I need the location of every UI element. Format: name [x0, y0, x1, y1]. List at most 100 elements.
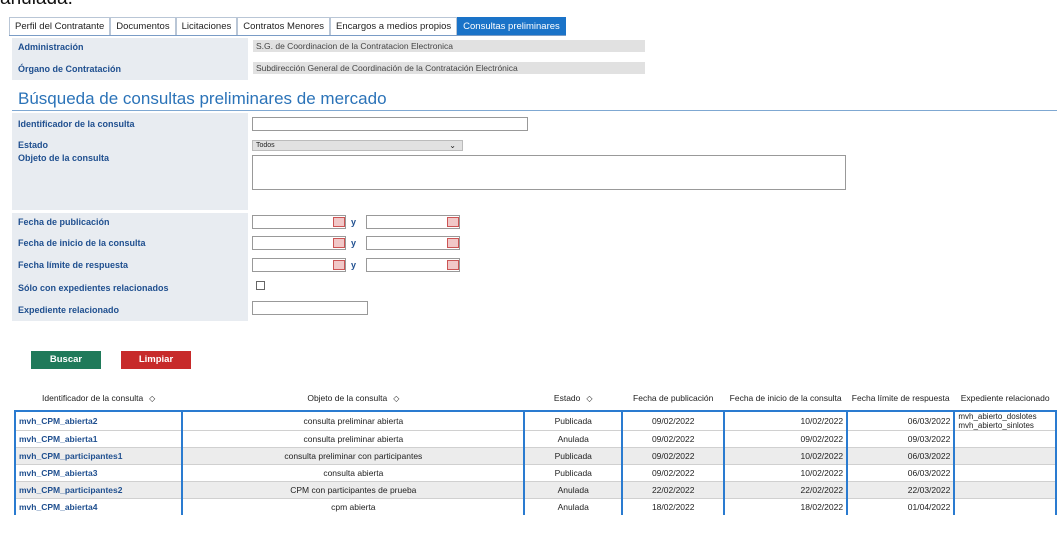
- col-header-objeto[interactable]: Objeto de la consulta ◇: [182, 385, 524, 411]
- row-pub: 09/02/2022: [621, 430, 726, 448]
- row-id-link[interactable]: mvh_CPM_abierta1: [13, 430, 184, 448]
- fecha-ini-to-input[interactable]: [366, 236, 460, 250]
- row-pub: 09/02/2022: [621, 447, 726, 465]
- fecha-ini-from-input[interactable]: [252, 236, 346, 250]
- fecha-pub-from-input[interactable]: [252, 215, 346, 229]
- row-estado: Publicada: [523, 464, 624, 482]
- row-id-link[interactable]: mvh_CPM_participantes2: [13, 481, 184, 499]
- col-header-estado[interactable]: Estado ◇: [524, 385, 622, 411]
- col-header-pub[interactable]: Fecha de publicación: [622, 385, 724, 411]
- row-objeto: consulta preliminar abierta: [181, 410, 526, 431]
- solo-checkbox[interactable]: [256, 281, 265, 290]
- row-ini: 10/02/2022: [723, 464, 849, 482]
- row-lim: 22/03/2022: [846, 481, 956, 499]
- row-estado: Publicada: [523, 447, 624, 465]
- limpiar-button[interactable]: Limpiar: [121, 351, 191, 369]
- row-exp: [953, 430, 1057, 448]
- sort-icon[interactable]: ◇: [393, 394, 399, 403]
- row-pub: 09/02/2022: [621, 464, 726, 482]
- estado-value: Todos: [256, 142, 275, 149]
- tab-perfil[interactable]: Perfil del Contratante: [9, 17, 111, 35]
- tab-licitaciones[interactable]: Licitaciones: [175, 17, 238, 35]
- admin-value: S.G. de Coordinacion de la Contratacion …: [253, 40, 645, 52]
- estado-select[interactable]: Todos ⌄: [252, 140, 463, 151]
- col-header-ini[interactable]: Fecha de inicio de la consulta: [724, 385, 847, 411]
- row-lim: 01/04/2022: [846, 498, 956, 515]
- sort-icon[interactable]: ◇: [586, 394, 592, 403]
- row-ini: 09/02/2022: [723, 430, 849, 448]
- calendar-icon[interactable]: [447, 238, 459, 248]
- organo-label: Órgano de Contratación: [18, 64, 122, 74]
- col-header-id[interactable]: Identificador de la consulta ◇: [15, 385, 182, 411]
- buscar-button[interactable]: Buscar: [31, 351, 101, 369]
- fecha-pub-to-input[interactable]: [366, 215, 460, 229]
- exp-input[interactable]: [252, 301, 368, 315]
- row-estado: Anulada: [523, 481, 624, 499]
- id-input[interactable]: [252, 117, 528, 131]
- row-objeto: cpm abierta: [181, 498, 526, 515]
- fecha-lim-from-input[interactable]: [252, 258, 346, 272]
- fecha-lim-label: Fecha límite de respuesta: [18, 260, 129, 270]
- objeto-label: Objeto de la consulta: [18, 153, 110, 163]
- title-divider: [12, 110, 1057, 111]
- row-id-link[interactable]: mvh_CPM_abierta2: [13, 410, 184, 431]
- calendar-icon[interactable]: [333, 238, 345, 248]
- row-id-link[interactable]: mvh_CPM_participantes1: [13, 447, 184, 465]
- estado-label: Estado: [18, 140, 49, 150]
- row-ini: 10/02/2022: [723, 447, 849, 465]
- row-objeto: consulta preliminar con participantes: [181, 447, 526, 465]
- table-row: mvh_CPM_abierta4 cpm abierta Anulada 18/…: [13, 498, 1057, 515]
- row-estado: Anulada: [523, 498, 624, 515]
- row-id-link[interactable]: mvh_CPM_abierta4: [13, 498, 184, 515]
- row-estado: Anulada: [523, 430, 624, 448]
- row-exp: [953, 481, 1057, 499]
- row-objeto: CPM con participantes de prueba: [181, 481, 526, 499]
- row-ini: 18/02/2022: [723, 498, 849, 515]
- y-separator: y: [351, 238, 357, 248]
- chevron-down-icon: ⌄: [449, 141, 456, 150]
- row-exp-2: mvh_abierto_sinlotes: [958, 421, 1034, 430]
- table-row: mvh_CPM_abierta3 consulta abierta Public…: [13, 464, 1057, 482]
- y-separator: y: [351, 217, 357, 227]
- table-row: mvh_CPM_participantes2 CPM con participa…: [13, 481, 1057, 499]
- admin-label: Administración: [18, 42, 84, 52]
- sort-icon[interactable]: ◇: [149, 394, 155, 403]
- tab-encargos[interactable]: Encargos a medios propios: [330, 17, 458, 35]
- row-lim: 06/03/2022: [846, 410, 956, 431]
- row-ini: 22/02/2022: [723, 481, 849, 499]
- fecha-pub-label: Fecha de publicación: [18, 217, 110, 227]
- row-objeto: consulta abierta: [181, 464, 526, 482]
- row-pub: 09/02/2022: [621, 410, 726, 431]
- col-header-lim[interactable]: Fecha límite de respuesta: [847, 385, 954, 411]
- row-exp: [953, 447, 1057, 465]
- row-lim: 06/03/2022: [846, 447, 956, 465]
- row-estado: Publicada: [523, 410, 624, 431]
- calendar-icon[interactable]: [333, 260, 345, 270]
- row-exp: mvh_abierto_doslotes mvh_abierto_sinlotes: [953, 410, 1057, 431]
- solo-label: Sólo con expedientes relacionados: [18, 283, 169, 293]
- row-exp: [953, 498, 1057, 515]
- tab-bar: Perfil del Contratante Documentos Licita…: [9, 17, 566, 36]
- row-objeto: consulta preliminar abierta: [181, 430, 526, 448]
- table-row: mvh_CPM_abierta1 consulta preliminar abi…: [13, 430, 1057, 448]
- calendar-icon[interactable]: [447, 260, 459, 270]
- page-title: Búsqueda de consultas preliminares de me…: [18, 89, 387, 108]
- tab-documentos[interactable]: Documentos: [110, 17, 176, 35]
- row-exp: [953, 464, 1057, 482]
- id-label: Identificador de la consulta: [18, 119, 135, 129]
- organo-value: Subdirección General de Coordinación de …: [253, 62, 645, 74]
- table-row: mvh_CPM_abierta2 consulta preliminar abi…: [13, 410, 1057, 431]
- row-exp-1: mvh_abierto_doslotes: [958, 412, 1037, 421]
- fecha-lim-to-input[interactable]: [366, 258, 460, 272]
- calendar-icon[interactable]: [333, 217, 345, 227]
- y-separator: y: [351, 260, 357, 270]
- calendar-icon[interactable]: [447, 217, 459, 227]
- cut-off-text: anulada.: [0, 0, 73, 10]
- tab-contratos-menores[interactable]: Contratos Menores: [237, 17, 331, 35]
- row-id-link[interactable]: mvh_CPM_abierta3: [13, 464, 184, 482]
- tab-consultas-preliminares[interactable]: Consultas preliminares: [457, 17, 566, 35]
- table-row: mvh_CPM_participantes1 consulta prelimin…: [13, 447, 1057, 465]
- col-header-exp[interactable]: Expediente relacionado: [954, 385, 1056, 411]
- objeto-textarea[interactable]: [252, 155, 846, 190]
- row-pub: 22/02/2022: [621, 481, 726, 499]
